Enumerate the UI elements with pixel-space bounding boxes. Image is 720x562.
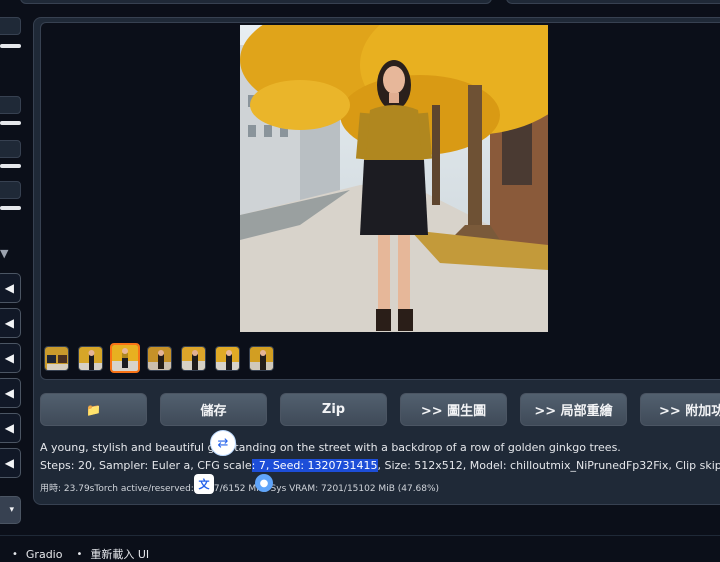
generation-params: Steps: 20, Sampler: Euler a, CFG scale: …: [40, 459, 720, 472]
params-text: , Size: 512x512, Model: chilloutmix_NiPr…: [377, 459, 720, 472]
collapse-arrow-icon[interactable]: ▼: [0, 247, 8, 260]
setting-field[interactable]: [0, 140, 21, 158]
setting-field[interactable]: [0, 181, 21, 199]
bullet-icon: •: [76, 548, 83, 560]
thumbnail-image[interactable]: [249, 346, 274, 371]
translate-swap-icon[interactable]: ⇄: [210, 430, 236, 456]
thumbnail-image-selected[interactable]: [110, 343, 140, 373]
thumbnail-image[interactable]: [181, 346, 206, 371]
top-field-left[interactable]: [20, 0, 492, 4]
thumbnail-image[interactable]: [215, 346, 240, 371]
generated-image[interactable]: [240, 25, 548, 332]
send-button[interactable]: ◀: [0, 273, 21, 303]
send-button[interactable]: ◀: [0, 448, 21, 478]
translate-icon[interactable]: 文: [194, 474, 214, 494]
send-button[interactable]: ◀: [0, 378, 21, 408]
folder-icon: 📁: [86, 402, 101, 417]
timing-info: 用時: 23.79sTorch active/reserved: 5827/61…: [40, 481, 439, 494]
send-button[interactable]: ◀: [0, 308, 21, 338]
send-button[interactable]: ◀: [0, 413, 21, 443]
open-folder-button[interactable]: 📁: [40, 393, 147, 426]
footer-link-gradio[interactable]: Gradio: [26, 548, 63, 561]
footer-link-reload-ui[interactable]: 重新載入 UI: [90, 546, 149, 562]
setting-field[interactable]: [0, 96, 21, 114]
save-button[interactable]: 儲存: [160, 393, 267, 426]
send-button[interactable]: ◀: [0, 343, 21, 373]
search-translate-icon[interactable]: ●: [255, 474, 273, 492]
setting-slider[interactable]: [0, 44, 21, 48]
setting-slider[interactable]: [0, 121, 21, 125]
send-to-img2img-button[interactable]: >> 圖生圖: [400, 393, 507, 426]
footer: • Gradio • 重新載入 UI: [12, 546, 149, 562]
setting-field[interactable]: [0, 17, 21, 35]
params-text: Steps: 20, Sampler: Euler a, CFG scale: [40, 459, 252, 472]
bullet-icon: •: [12, 548, 18, 560]
thumbnail-grid[interactable]: [44, 346, 69, 371]
left-settings-column: ▼ ◀ ◀ ◀ ◀ ◀ ◀ ▾: [0, 0, 28, 540]
zip-button[interactable]: Zip: [280, 393, 387, 426]
thumbnail-image[interactable]: [147, 346, 172, 371]
timing-text: 23.79sTorch active/reserved: 5827/6152 M…: [63, 484, 440, 494]
timing-label: 用時:: [40, 484, 62, 494]
send-to-extras-button[interactable]: >> 附加功能: [640, 393, 720, 426]
top-field-right[interactable]: [506, 0, 720, 4]
send-to-inpaint-button[interactable]: >> 局部重繪: [520, 393, 627, 426]
dropdown-toggle[interactable]: ▾: [0, 496, 21, 524]
setting-slider[interactable]: [0, 164, 21, 168]
thumbnail-image[interactable]: [78, 346, 103, 371]
prompt-text: A young, stylish and beautiful girl stan…: [40, 441, 621, 454]
selected-text: : 7, Seed: 1320731415: [251, 459, 378, 472]
setting-slider[interactable]: [0, 206, 21, 210]
footer-divider: [0, 535, 720, 536]
